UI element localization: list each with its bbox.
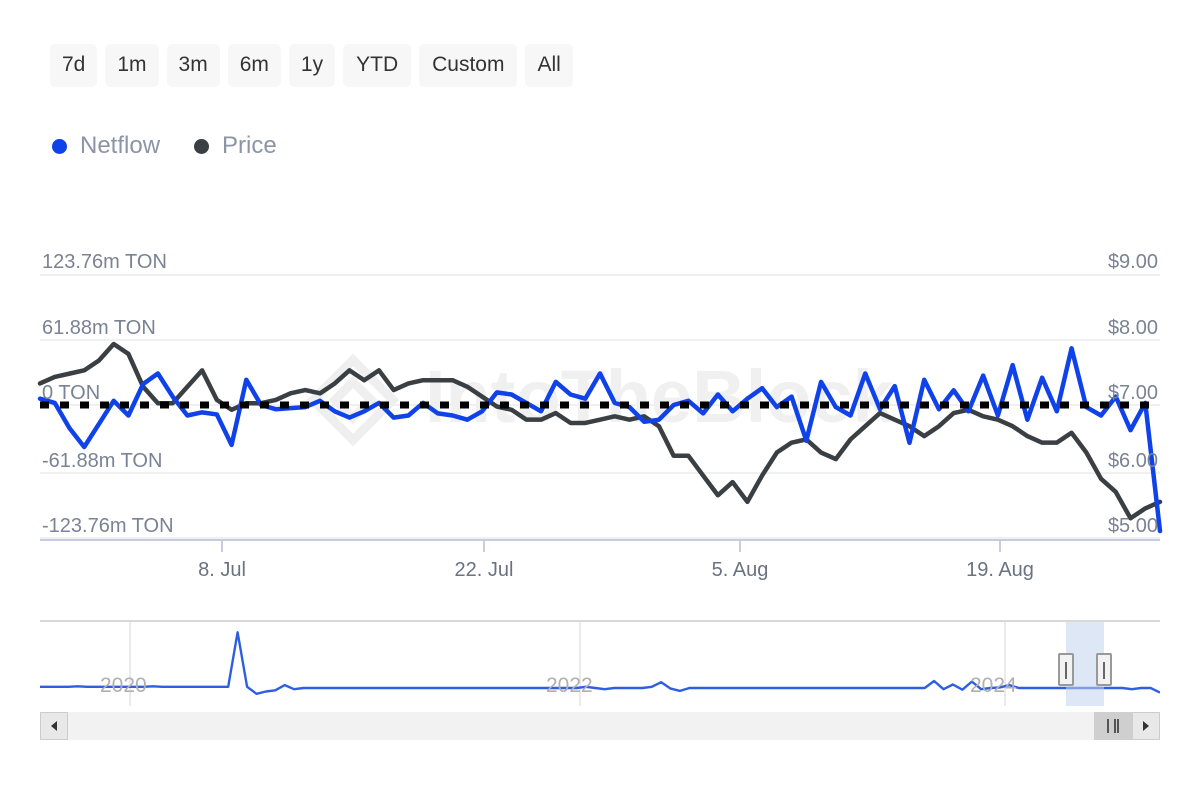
chart-plot-area[interactable]: IntoTheBlock 123.76m TON 61.88m TON 0 TO… xyxy=(0,230,1200,560)
navigator-year-2024: 2024 xyxy=(970,675,1017,696)
triangle-left-icon xyxy=(49,720,59,732)
x-axis-tick-label-0: 8. Jul xyxy=(198,560,246,580)
y-axis-left-tick-4: -123.76m TON xyxy=(42,516,174,536)
scrollbar-track[interactable] xyxy=(40,712,1160,740)
y-axis-left-tick-3: -61.88m TON xyxy=(42,451,162,471)
range-button-7d[interactable]: 7d xyxy=(50,44,97,87)
netflow-series-line xyxy=(40,348,1160,531)
scrollbar-thumb[interactable] xyxy=(1094,712,1132,740)
netflow-price-chart-widget: 7d 1m 3m 6m 1y YTD Custom All Netflow Pr… xyxy=(0,0,1200,800)
chart-navigator[interactable]: 2020 2022 2024 xyxy=(40,620,1160,706)
y-axis-right-tick-2: $7.00 xyxy=(1108,383,1158,403)
chart-x-tickmarks xyxy=(222,540,1000,552)
navigator-year-2020: 2020 xyxy=(100,675,147,696)
legend-dot-netflow-icon xyxy=(52,139,67,154)
range-selector: 7d 1m 3m 6m 1y YTD Custom All xyxy=(50,44,573,87)
legend-item-price[interactable]: Price xyxy=(194,134,277,158)
range-button-3m[interactable]: 3m xyxy=(167,44,220,87)
chart-scrollbar[interactable] xyxy=(40,712,1160,740)
range-button-1y[interactable]: 1y xyxy=(289,44,335,87)
y-axis-right-tick-1: $8.00 xyxy=(1108,318,1158,338)
y-axis-left-tick-1: 61.88m TON xyxy=(42,318,156,338)
range-button-ytd[interactable]: YTD xyxy=(343,44,411,87)
range-button-custom[interactable]: Custom xyxy=(419,44,517,87)
triangle-right-icon xyxy=(1141,720,1151,732)
navigator-year-2022: 2022 xyxy=(546,675,593,696)
y-axis-right-tick-0: $9.00 xyxy=(1108,252,1158,272)
x-axis-tick-label-3: 19. Aug xyxy=(966,560,1034,580)
price-series-line xyxy=(40,344,1160,518)
legend-dot-price-icon xyxy=(194,139,209,154)
y-axis-left-tick-0: 123.76m TON xyxy=(42,252,167,272)
chart-legend: Netflow Price xyxy=(52,134,277,158)
scrollbar-grip-icon xyxy=(1107,719,1119,733)
handle-grip-icon xyxy=(1065,662,1067,679)
legend-label-netflow: Netflow xyxy=(80,134,160,158)
x-axis-tick-label-2: 5. Aug xyxy=(712,560,769,580)
handle-grip-icon xyxy=(1103,662,1105,679)
x-axis-tick-label-1: 22. Jul xyxy=(455,560,514,580)
y-axis-left-tick-2: 0 TON xyxy=(42,383,100,403)
range-button-all[interactable]: All xyxy=(525,44,572,87)
legend-label-price: Price xyxy=(222,134,277,158)
range-button-1m[interactable]: 1m xyxy=(105,44,158,87)
navigator-handle-right[interactable] xyxy=(1096,653,1112,686)
chart-svg xyxy=(0,230,1200,560)
range-button-6m[interactable]: 6m xyxy=(228,44,281,87)
legend-item-netflow[interactable]: Netflow xyxy=(52,134,160,158)
y-axis-right-tick-3: $6.00 xyxy=(1108,451,1158,471)
navigator-handle-left[interactable] xyxy=(1058,653,1074,686)
scroll-right-arrow-icon[interactable] xyxy=(1132,712,1160,740)
scroll-left-arrow-icon[interactable] xyxy=(40,712,68,740)
y-axis-right-tick-4: $5.00 xyxy=(1108,516,1158,536)
